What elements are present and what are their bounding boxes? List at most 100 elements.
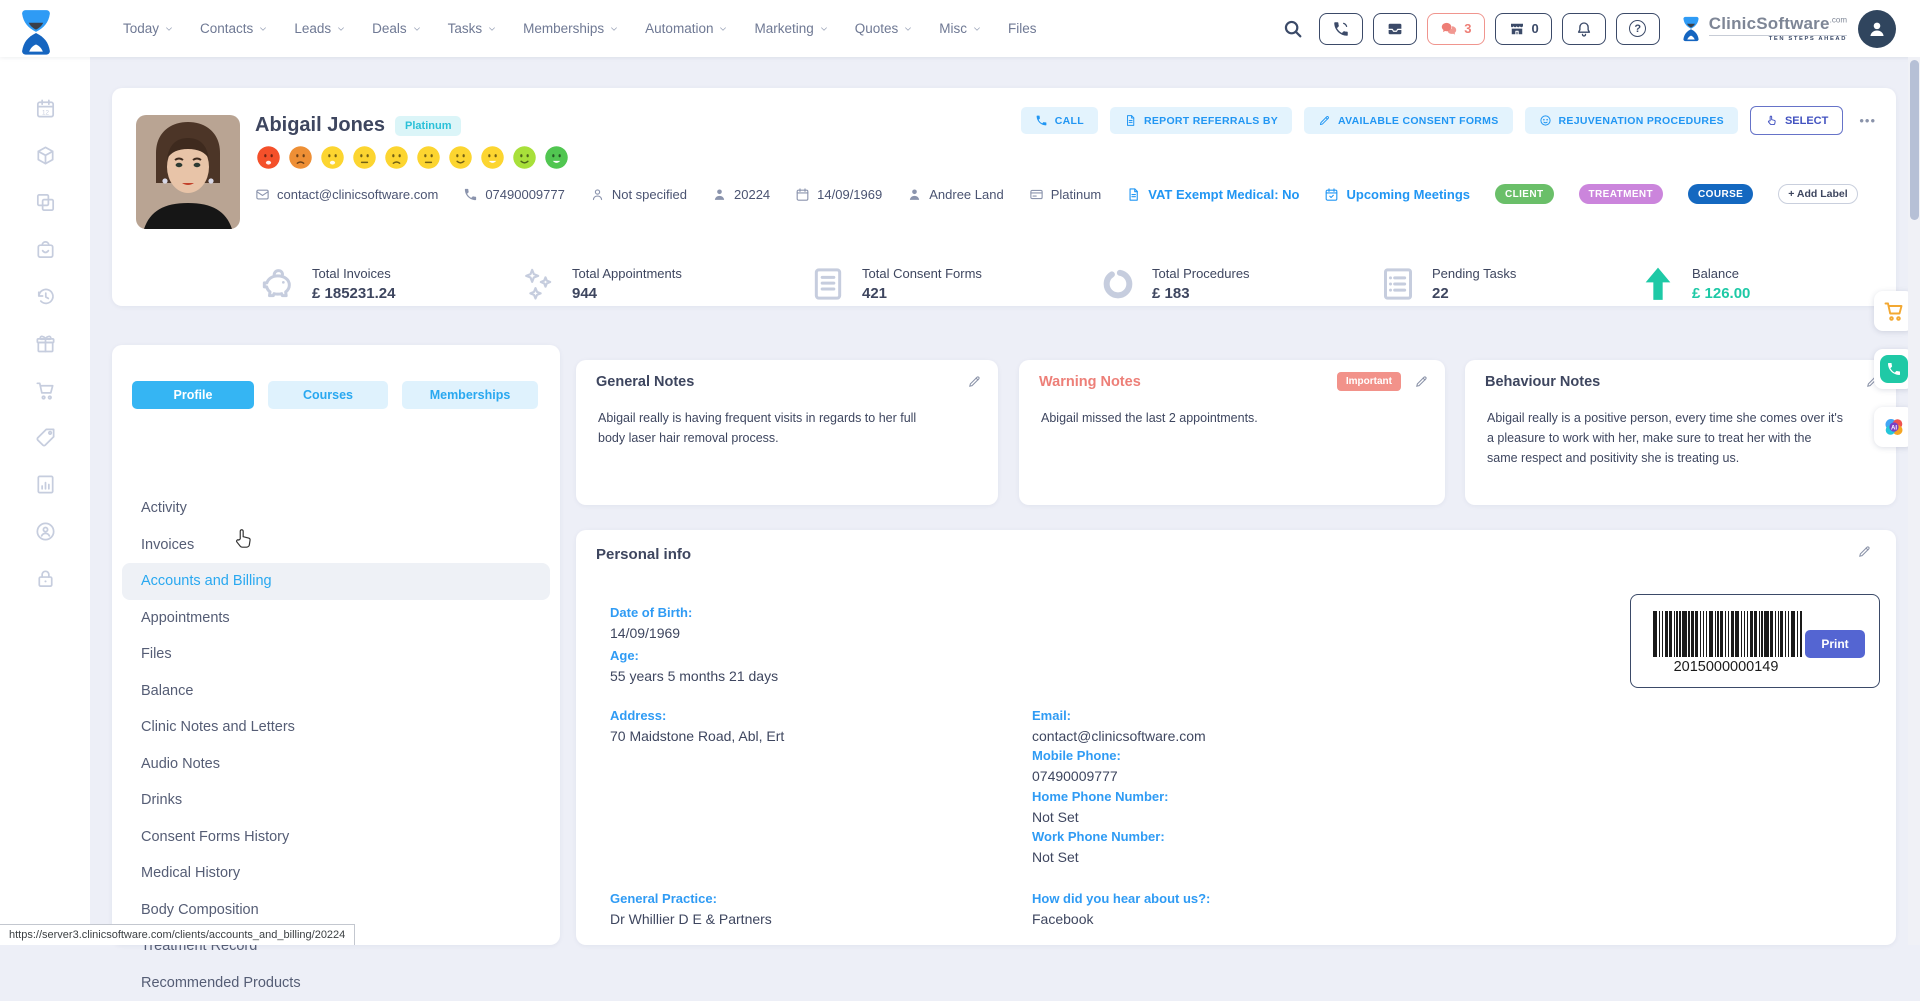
field-email: Email:contact@clinicsoftware.com bbox=[1032, 708, 1206, 744]
topbar-button-group: 30? bbox=[1319, 13, 1659, 45]
contact-upcoming-meetings[interactable]: Upcoming Meetings bbox=[1324, 187, 1470, 202]
stat-pending-tasks: Pending Tasks22 bbox=[1378, 264, 1516, 304]
nav-item-label: Contacts bbox=[200, 21, 253, 36]
client-sections-card: Profile Courses Memberships ActivityInvoic… bbox=[112, 345, 560, 945]
sidebar-item-activity[interactable]: Activity bbox=[122, 490, 550, 527]
general-notes-text: Abigail really is having frequent visits… bbox=[598, 408, 933, 448]
contact-text: VAT Exempt Medical: No bbox=[1148, 187, 1299, 202]
contact-vat-exempt-medical-no[interactable]: VAT Exempt Medical: No bbox=[1126, 187, 1299, 202]
nav-item-quotes[interactable]: Quotes bbox=[855, 21, 914, 36]
client-photo[interactable] bbox=[136, 115, 240, 229]
field-value: 70 Maidstone Road, Abl, Ert bbox=[610, 728, 784, 744]
sidebar-item-invoices[interactable]: Invoices bbox=[122, 527, 550, 564]
edit-pencil-icon[interactable] bbox=[967, 374, 982, 389]
field-date-of-birth: Date of Birth:14/09/1969 bbox=[610, 605, 692, 641]
dialer-button[interactable] bbox=[1319, 13, 1363, 45]
edit-pencil-icon[interactable] bbox=[1414, 374, 1429, 389]
nav-item-leads[interactable]: Leads bbox=[294, 21, 346, 36]
nav-item-memberships[interactable]: Memberships bbox=[523, 21, 619, 36]
sidebar-item-balance[interactable]: Balance bbox=[122, 673, 550, 710]
stat-value: £ 183 bbox=[1152, 285, 1250, 302]
user-avatar[interactable] bbox=[1858, 10, 1896, 48]
sidebar-item-drinks[interactable]: Drinks bbox=[122, 782, 550, 819]
inbox-icon bbox=[1386, 20, 1404, 38]
sidebar-item-recommended-products[interactable]: Recommended Products bbox=[122, 965, 550, 1001]
sidebar-item-consent-forms-history[interactable]: Consent Forms History bbox=[122, 819, 550, 856]
behaviour-notes-card: Behaviour Notes Abigail really is a posi… bbox=[1465, 360, 1896, 505]
more-options-button[interactable]: ••• bbox=[1855, 113, 1880, 128]
report-icon[interactable] bbox=[34, 473, 57, 496]
contact-card-icon[interactable] bbox=[34, 520, 57, 543]
field-how-did-you-hear-about-us: How did you hear about us?:Facebook bbox=[1032, 891, 1210, 927]
smiley-rating-6-icon[interactable] bbox=[415, 144, 442, 171]
lock-icon[interactable] bbox=[34, 567, 57, 590]
nav-item-today[interactable]: Today bbox=[123, 21, 174, 36]
history-icon[interactable] bbox=[34, 285, 57, 308]
barcode-number: 2015000000149 bbox=[1641, 659, 1811, 675]
smiley-rating-4-icon[interactable] bbox=[351, 144, 378, 171]
smiley-rating-3-icon[interactable] bbox=[319, 144, 346, 171]
contact-07490009777[interactable]: 07490009777 bbox=[463, 187, 565, 202]
nav-item-automation[interactable]: Automation bbox=[645, 21, 728, 36]
nav-item-contacts[interactable]: Contacts bbox=[200, 21, 268, 36]
sidebar-item-clinic-notes-and-letters[interactable]: Clinic Notes and Letters bbox=[122, 709, 550, 746]
calendar-date-icon[interactable]: 12 bbox=[34, 97, 57, 120]
client-barcode-box: 2015000000149 Print bbox=[1630, 594, 1880, 688]
rejuvenation-procedures-button[interactable]: REJUVENATION PROCEDURES bbox=[1525, 107, 1738, 134]
clinicsoftware-hourglass-logo[interactable] bbox=[14, 6, 58, 52]
chat-button[interactable]: 3 bbox=[1427, 13, 1484, 45]
tab-profile[interactable]: Profile bbox=[132, 381, 254, 409]
smiley-rating-8-icon[interactable] bbox=[479, 144, 506, 171]
stat-total-consent-forms: Total Consent Forms421 bbox=[808, 264, 982, 304]
add-label-button[interactable]: + Add Label bbox=[1778, 184, 1857, 204]
scrollbar-thumb[interactable] bbox=[1910, 60, 1919, 220]
edit-pencil-icon[interactable] bbox=[1857, 544, 1872, 559]
notifications-button[interactable] bbox=[1562, 13, 1606, 45]
tag-icon[interactable] bbox=[34, 426, 57, 449]
select-button[interactable]: SELECT bbox=[1750, 106, 1843, 135]
client-actions-row: CALL REPORT REFERRALS BY AVAILABLE CONSENT… bbox=[1021, 106, 1880, 135]
contact-contact-clinicsoftware-com[interactable]: contact@clinicsoftware.com bbox=[255, 187, 438, 202]
tab-courses[interactable]: Courses bbox=[268, 381, 388, 409]
sidebar-item-accounts-and-billing[interactable]: Accounts and Billing bbox=[122, 563, 550, 600]
smiley-rating-9-icon[interactable] bbox=[511, 144, 538, 171]
cart-icon[interactable] bbox=[34, 379, 57, 402]
phone-icon bbox=[463, 187, 478, 202]
nav-item-misc[interactable]: Misc bbox=[939, 21, 982, 36]
field-value: Not Set bbox=[1032, 809, 1169, 825]
sparkles-icon bbox=[518, 264, 558, 304]
nav-item-label: Marketing bbox=[754, 21, 813, 36]
help-button[interactable]: ? bbox=[1616, 13, 1660, 45]
smiley-rating-5-icon[interactable] bbox=[383, 144, 410, 171]
nav-item-tasks[interactable]: Tasks bbox=[448, 21, 498, 36]
bag-icon[interactable] bbox=[34, 238, 57, 261]
contact-text: Platinum bbox=[1051, 187, 1102, 202]
sidebar-item-medical-history[interactable]: Medical History bbox=[122, 855, 550, 892]
report-referrals-by-button[interactable]: REPORT REFERRALS BY bbox=[1110, 107, 1292, 134]
sidebar-item-files[interactable]: Files bbox=[122, 636, 550, 673]
nav-item-deals[interactable]: Deals bbox=[372, 21, 422, 36]
nav-item-marketing[interactable]: Marketing bbox=[754, 21, 828, 36]
smiley-rating-10-icon[interactable] bbox=[543, 144, 570, 171]
package-icon[interactable] bbox=[34, 144, 57, 167]
available-consent-forms-button[interactable]: AVAILABLE CONSENT FORMS bbox=[1304, 107, 1513, 134]
copy-icon[interactable] bbox=[34, 191, 57, 214]
smiley-rating-2-icon[interactable] bbox=[287, 144, 314, 171]
smiley-rating-1-icon[interactable] bbox=[255, 144, 282, 171]
sidebar-item-appointments[interactable]: Appointments bbox=[122, 600, 550, 637]
tab-memberships[interactable]: Memberships bbox=[402, 381, 538, 409]
nav-item-files[interactable]: Files bbox=[1008, 21, 1037, 36]
doc-lines-icon bbox=[808, 264, 848, 304]
field-label: Address: bbox=[610, 708, 784, 723]
call-button[interactable]: CALL bbox=[1021, 107, 1098, 134]
inbox-button[interactable] bbox=[1373, 13, 1417, 45]
arrow-up-icon bbox=[1638, 264, 1678, 304]
page-scrollbar[interactable] bbox=[1908, 57, 1920, 945]
pos-button[interactable]: 0 bbox=[1495, 13, 1552, 45]
sidebar-item-body-composition[interactable]: Body Composition bbox=[122, 892, 550, 929]
sidebar-item-audio-notes[interactable]: Audio Notes bbox=[122, 746, 550, 783]
search-icon[interactable] bbox=[1282, 18, 1304, 40]
smiley-rating-7-icon[interactable] bbox=[447, 144, 474, 171]
print-barcode-button[interactable]: Print bbox=[1805, 630, 1865, 658]
gift-icon[interactable] bbox=[34, 332, 57, 355]
